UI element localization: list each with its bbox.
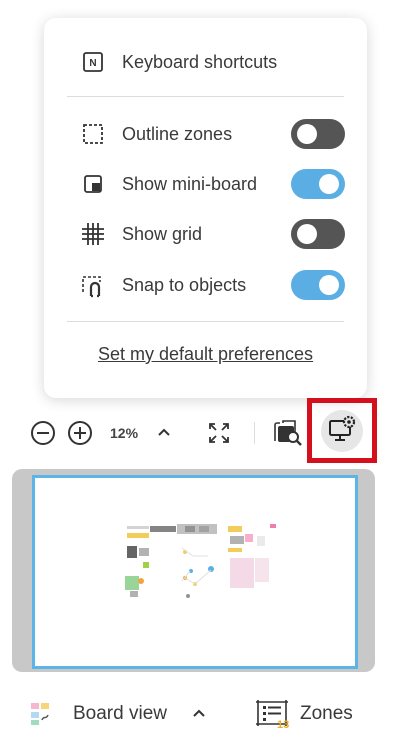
- set-default-preferences-link[interactable]: Set my default preferences: [44, 344, 367, 365]
- menu-divider: [67, 321, 344, 322]
- show-grid-row: Show grid: [80, 214, 345, 254]
- outline-zones-label: Outline zones: [122, 123, 233, 144]
- find-on-board-icon[interactable]: [273, 419, 303, 447]
- show-mini-board-label: Show mini-board: [122, 173, 258, 194]
- outline-zones-icon: [80, 121, 106, 147]
- board-view-icon[interactable]: [30, 702, 60, 726]
- mini-board-icon: [80, 171, 106, 197]
- menu-divider: [67, 96, 344, 97]
- grid-icon: [80, 221, 106, 247]
- svg-text:N: N: [89, 58, 96, 69]
- show-grid-label: Show grid: [122, 223, 203, 244]
- snap-to-objects-row: Snap to objects: [80, 265, 345, 305]
- board-toolbar: 12%: [0, 398, 404, 468]
- keyboard-key-icon: N: [80, 49, 106, 75]
- zoom-in-icon[interactable]: [67, 420, 93, 446]
- zones-count-badge: 13: [277, 719, 290, 731]
- mini-board-viewport[interactable]: [32, 475, 358, 669]
- bottom-bar: Board view 13 Zones: [0, 686, 404, 742]
- display-settings-button[interactable]: [321, 410, 363, 452]
- display-settings-icon: [328, 415, 356, 448]
- keyboard-shortcuts-item[interactable]: N Keyboard shortcuts: [80, 42, 345, 82]
- zoom-level[interactable]: 12%: [110, 425, 138, 441]
- toolbar-divider: [254, 422, 255, 444]
- zoom-out-icon[interactable]: [30, 420, 56, 446]
- board-view-label[interactable]: Board view: [73, 703, 167, 725]
- snap-icon: [80, 272, 106, 298]
- snap-to-objects-label: Snap to objects: [122, 274, 247, 295]
- show-mini-board-toggle[interactable]: [291, 169, 345, 199]
- zones-label[interactable]: Zones: [300, 703, 353, 725]
- fit-screen-icon[interactable]: [207, 421, 231, 445]
- toggle-knob: [297, 124, 317, 144]
- snap-to-objects-toggle[interactable]: [291, 270, 345, 300]
- mini-board-panel: [12, 469, 375, 672]
- show-grid-toggle[interactable]: [291, 219, 345, 249]
- toggle-knob: [319, 275, 339, 295]
- mini-board-preview: [125, 524, 276, 598]
- display-settings-menu: N Keyboard shortcuts Outline zones Show …: [44, 18, 367, 398]
- toggle-knob: [319, 174, 339, 194]
- outline-zones-row: Outline zones: [80, 114, 345, 154]
- show-mini-board-row: Show mini-board: [80, 164, 345, 204]
- chevron-up-icon[interactable]: [154, 424, 174, 440]
- outline-zones-toggle[interactable]: [291, 119, 345, 149]
- keyboard-shortcuts-label: Keyboard shortcuts: [122, 51, 278, 72]
- toggle-knob: [297, 224, 317, 244]
- chevron-up-icon[interactable]: [189, 705, 209, 721]
